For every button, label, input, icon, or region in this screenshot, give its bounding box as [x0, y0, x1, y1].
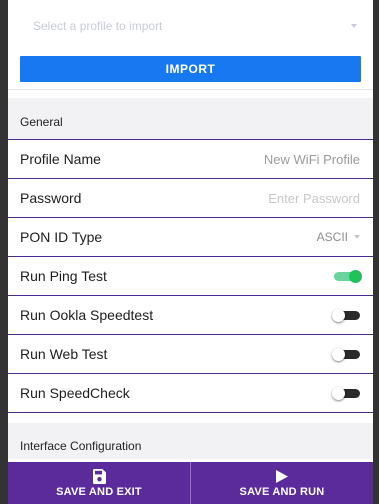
row-label: Profile Name	[20, 151, 101, 167]
run-speedcheck-toggle[interactable]	[332, 387, 360, 400]
pon-id-type-row[interactable]: PON ID Type ASCII	[8, 218, 373, 257]
row-label: Run SpeedCheck	[20, 385, 130, 401]
profile-name-input[interactable]: New WiFi Profile	[264, 152, 360, 167]
profile-editor-screen: Select a profile to import IMPORT Genera…	[8, 0, 373, 504]
import-button[interactable]: IMPORT	[20, 56, 361, 82]
password-input[interactable]: Enter Password	[268, 191, 360, 206]
section-header-interface-configuration: Interface Configuration	[8, 423, 373, 459]
import-card: Select a profile to import IMPORT	[8, 0, 373, 90]
profile-import-select[interactable]: Select a profile to import	[20, 8, 361, 44]
bottom-action-bar: SAVE AND EXIT SAVE AND RUN	[8, 462, 373, 504]
save-and-run-label: SAVE AND RUN	[239, 486, 325, 498]
run-ookla-speedtest-row: Run Ookla Speedtest	[8, 296, 373, 335]
profile-import-placeholder: Select a profile to import	[33, 19, 163, 33]
toggle-knob	[349, 270, 362, 283]
row-label: Run Ookla Speedtest	[20, 307, 154, 323]
run-web-test-row: Run Web Test	[8, 335, 373, 374]
toggle-knob	[332, 348, 345, 361]
profile-name-row[interactable]: Profile Name New WiFi Profile	[8, 140, 373, 179]
run-speedcheck-row: Run SpeedCheck	[8, 374, 373, 413]
row-label: Run Web Test	[20, 346, 108, 362]
section-spacer	[8, 413, 373, 423]
run-ookla-speedtest-toggle[interactable]	[332, 309, 360, 322]
chevron-down-icon	[354, 235, 360, 239]
run-ping-test-row: Run Ping Test	[8, 257, 373, 296]
password-row[interactable]: Password Enter Password	[8, 179, 373, 218]
pon-id-type-value: ASCII	[316, 230, 348, 244]
save-and-exit-label: SAVE AND EXIT	[56, 486, 142, 498]
save-and-exit-button[interactable]: SAVE AND EXIT	[8, 462, 190, 504]
run-web-test-toggle[interactable]	[332, 348, 360, 361]
run-ping-test-toggle[interactable]	[334, 270, 362, 283]
row-label: Run Ping Test	[20, 268, 107, 284]
chevron-down-icon	[351, 24, 357, 28]
play-icon	[276, 468, 288, 484]
toggle-knob	[332, 309, 345, 322]
save-icon	[92, 468, 106, 484]
pon-id-type-select[interactable]: ASCII	[317, 230, 360, 244]
row-label: Password	[20, 190, 82, 206]
section-header-general: General	[8, 98, 373, 140]
save-and-run-button[interactable]: SAVE AND RUN	[190, 462, 373, 504]
toggle-knob	[332, 387, 345, 400]
row-label: PON ID Type	[20, 229, 103, 245]
